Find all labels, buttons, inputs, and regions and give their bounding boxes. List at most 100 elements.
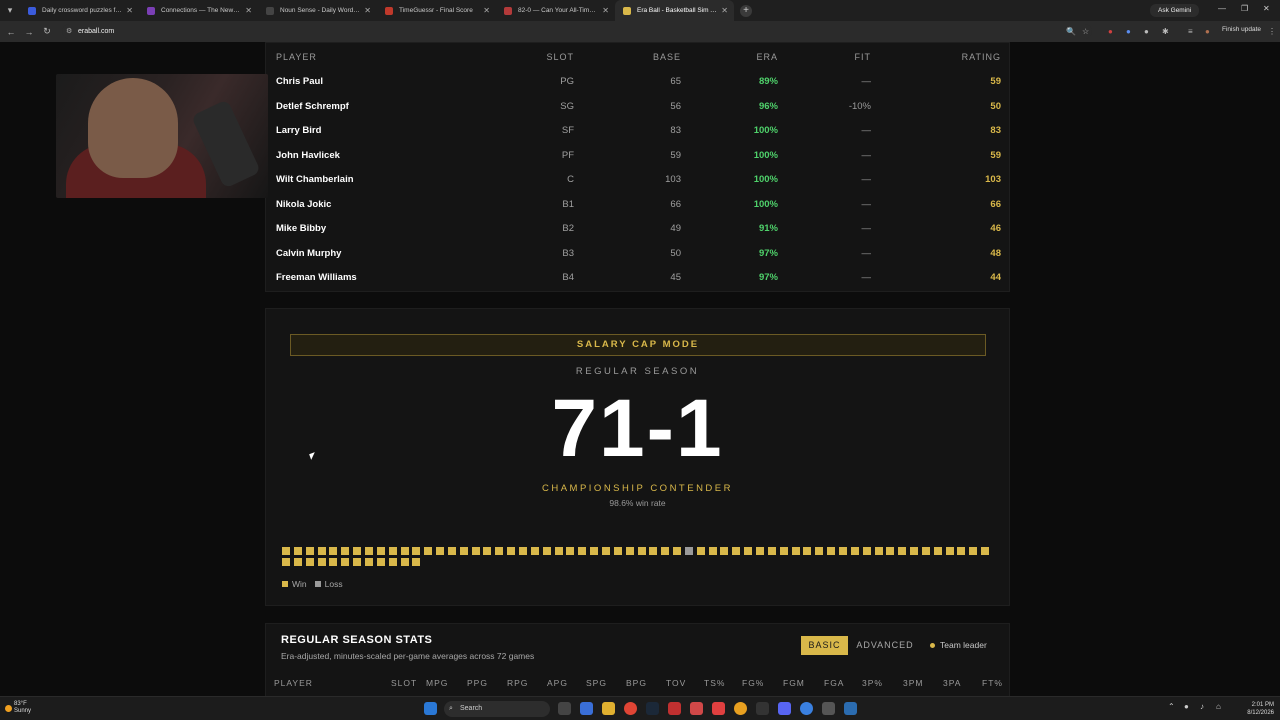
tab-search-icon-2[interactable]: ≡ bbox=[1188, 27, 1193, 36]
game-win bbox=[412, 547, 421, 555]
roster-row: Mike Bibby B2 49 91% — 46 bbox=[266, 217, 1011, 241]
season-stats-card: REGULAR SEASON STATS Era-adjusted, minut… bbox=[265, 623, 1010, 696]
weather-temp: 83°F bbox=[14, 701, 27, 707]
stats-col-header[interactable]: SPG bbox=[586, 678, 607, 688]
stats-col-header[interactable]: PPG bbox=[467, 678, 488, 688]
discord-icon[interactable] bbox=[778, 702, 791, 715]
stats-col-header[interactable]: APG bbox=[547, 678, 568, 688]
maximize-icon[interactable]: ❐ bbox=[1241, 4, 1248, 13]
back-icon[interactable]: ← bbox=[2, 27, 20, 37]
zoom-icon[interactable]: 🔍 bbox=[1066, 27, 1076, 36]
tab-close-icon[interactable]: ✕ bbox=[602, 6, 609, 15]
menu-icon[interactable]: ⋮ bbox=[1268, 27, 1276, 36]
stats-col-header[interactable]: TOV bbox=[666, 678, 686, 688]
start-menu-icon[interactable] bbox=[424, 702, 437, 715]
tab-close-icon[interactable]: ✕ bbox=[245, 6, 252, 15]
file-explorer-icon[interactable] bbox=[602, 702, 615, 715]
results-legend: Win Loss bbox=[282, 579, 351, 589]
profile-avatar[interactable]: ● bbox=[1205, 27, 1210, 36]
stats-col-header[interactable]: 3PM bbox=[903, 678, 923, 688]
stats-col-header[interactable]: FGA bbox=[824, 678, 844, 688]
steam-icon[interactable] bbox=[646, 702, 659, 715]
stats-col-header[interactable]: MPG bbox=[426, 678, 448, 688]
browser-tab[interactable]: TimeGuessr - Final Score ✕ bbox=[377, 0, 496, 21]
network-icon[interactable]: ⌂ bbox=[1216, 702, 1221, 711]
legend-win-label: Win bbox=[292, 579, 307, 589]
game-win bbox=[376, 547, 385, 555]
address-bar: ← → ↻ ⚙ eraball.com 🔍 ☆ ● ● ● ✱ ≡ ● Fini… bbox=[0, 21, 1280, 42]
stats-col-header[interactable]: PLAYER bbox=[274, 678, 313, 688]
reload-icon[interactable]: ↻ bbox=[38, 26, 56, 37]
app-icon-4[interactable] bbox=[822, 702, 835, 715]
close-window-icon[interactable]: ✕ bbox=[1263, 4, 1270, 13]
stats-col-header[interactable]: TS% bbox=[704, 678, 725, 688]
system-clock[interactable]: 2:01 PM 8/12/2026 bbox=[1238, 701, 1274, 717]
webcam-person-head bbox=[88, 78, 178, 178]
taskbar-search[interactable]: ⌕ Search bbox=[444, 701, 550, 717]
stats-col-header[interactable]: 3PA bbox=[943, 678, 961, 688]
player-name: Freeman Williams bbox=[276, 272, 357, 283]
copilot-icon[interactable] bbox=[580, 702, 593, 715]
stats-col-header[interactable]: FGM bbox=[783, 678, 805, 688]
extension-icon-3[interactable]: ● bbox=[1144, 27, 1149, 36]
chrome-active-icon[interactable] bbox=[800, 702, 813, 715]
tab-search-icon[interactable]: ▾ bbox=[0, 5, 20, 16]
extension-icon-2[interactable]: ● bbox=[1126, 27, 1131, 36]
app-icon-red[interactable] bbox=[668, 702, 681, 715]
app-icon-2[interactable] bbox=[712, 702, 725, 715]
game-win bbox=[661, 547, 670, 555]
stats-col-header[interactable]: FG% bbox=[742, 678, 764, 688]
tab-title: Daily crossword puzzles free fr bbox=[42, 7, 123, 14]
browser-tab[interactable]: Connections — The New York ✕ bbox=[139, 0, 258, 21]
browser-tab[interactable]: Noun Sense - Daily Word Asso ✕ bbox=[258, 0, 377, 21]
tab-close-icon[interactable]: ✕ bbox=[364, 6, 371, 15]
game-win bbox=[341, 547, 350, 555]
player-era: 100% bbox=[753, 149, 778, 161]
app-icon-3[interactable] bbox=[734, 702, 747, 715]
finish-update-button[interactable]: Finish update bbox=[1222, 26, 1261, 33]
weather-widget[interactable]: 83°F Sunny bbox=[14, 701, 31, 715]
tab-close-icon[interactable]: ✕ bbox=[126, 6, 133, 15]
game-win bbox=[673, 547, 682, 555]
app-icon-5[interactable] bbox=[844, 702, 857, 715]
legend-loss-label: Loss bbox=[324, 579, 343, 589]
extension-icon[interactable]: ● bbox=[1108, 27, 1113, 36]
col-rating: RATING bbox=[961, 52, 1001, 62]
tray-chevron-icon[interactable]: ⌃ bbox=[1168, 702, 1175, 711]
stats-col-header[interactable]: RPG bbox=[507, 678, 528, 688]
roster-row: Freeman Williams B4 45 97% — 44 bbox=[266, 266, 1011, 290]
game-win bbox=[305, 558, 314, 566]
game-win bbox=[637, 547, 646, 555]
advanced-tab-button[interactable]: ADVANCED bbox=[854, 636, 916, 655]
tray-icon[interactable]: ● bbox=[1184, 702, 1189, 711]
new-tab-button[interactable]: + bbox=[740, 4, 752, 17]
minimize-icon[interactable]: — bbox=[1218, 4, 1226, 13]
game-win bbox=[353, 547, 362, 555]
player-slot: SF bbox=[561, 125, 574, 136]
player-fit: — bbox=[861, 76, 872, 87]
stats-col-header[interactable]: SLOT bbox=[391, 678, 417, 688]
chrome-icon[interactable] bbox=[624, 702, 637, 715]
forward-icon[interactable]: → bbox=[20, 27, 38, 37]
ask-gemini-button[interactable]: Ask Gemini bbox=[1150, 4, 1200, 17]
browser-tab[interactable]: 82-0 — Can Your All-Time NBA ✕ bbox=[496, 0, 615, 21]
stats-col-header[interactable]: BPG bbox=[626, 678, 647, 688]
browser-tab[interactable]: Era Ball - Basketball Sim Acros✕ bbox=[615, 0, 734, 21]
basic-tab-button[interactable]: BASIC bbox=[801, 636, 848, 655]
player-era: 100% bbox=[753, 198, 778, 210]
stats-col-header[interactable]: FT% bbox=[982, 678, 1003, 688]
tab-close-icon[interactable]: ✕ bbox=[483, 6, 490, 15]
app-icon-pin[interactable] bbox=[690, 702, 703, 715]
mic-tray-icon[interactable]: ♪ bbox=[1200, 702, 1204, 711]
player-name: Detlef Schrempf bbox=[276, 100, 349, 112]
obs-icon[interactable] bbox=[756, 702, 769, 715]
game-win bbox=[353, 558, 362, 566]
task-view-icon[interactable] bbox=[558, 702, 571, 715]
bookmark-star-icon[interactable]: ☆ bbox=[1082, 27, 1089, 36]
tab-close-icon[interactable]: ✕ bbox=[721, 6, 728, 15]
extensions-puzzle-icon[interactable]: ✱ bbox=[1162, 27, 1169, 36]
browser-tab[interactable]: Daily crossword puzzles free fr ✕ bbox=[20, 0, 139, 21]
stats-col-header[interactable]: 3P% bbox=[862, 678, 883, 688]
site-info-icon[interactable]: ⚙ bbox=[66, 24, 72, 39]
url-field[interactable]: ⚙ eraball.com bbox=[62, 24, 1092, 39]
